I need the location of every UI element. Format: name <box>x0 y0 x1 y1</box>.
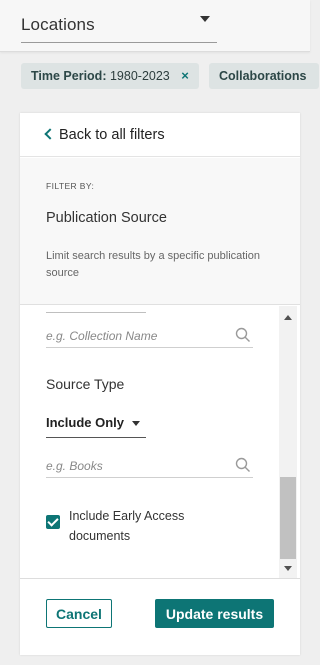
divider <box>46 312 146 313</box>
filter-header: FILTER BY: Publication Source Limit sear… <box>20 158 300 305</box>
panel-footer: Cancel Update results <box>20 578 300 655</box>
top-bar: Locations <box>0 0 310 52</box>
collection-search-input[interactable] <box>46 326 231 346</box>
caret-down-icon <box>200 16 210 22</box>
chevron-left-icon <box>44 128 56 140</box>
search-icon[interactable] <box>235 327 251 343</box>
chip-value: 1980-2023 <box>109 69 170 83</box>
back-to-filters-link[interactable]: Back to all filters <box>20 113 300 157</box>
filter-panel: Back to all filters FILTER BY: Publicati… <box>20 113 300 655</box>
filter-by-label: FILTER BY: <box>46 181 95 191</box>
close-icon[interactable]: × <box>178 69 192 83</box>
source-type-title: Source Type <box>46 376 125 392</box>
back-label: Back to all filters <box>59 127 165 143</box>
filter-chip-time-period[interactable]: Time Period: 1980-2023 × <box>21 63 199 89</box>
caret-down-icon <box>132 421 140 426</box>
early-access-label[interactable]: Include Early Access documents <box>69 506 219 546</box>
filter-options-scroll-area[interactable]: Source Type Include Only Include Early A… <box>20 306 300 578</box>
locations-dropdown[interactable]: Locations <box>21 8 217 43</box>
collection-search-field[interactable] <box>46 326 253 348</box>
scrollbar[interactable] <box>279 306 297 578</box>
locations-label: Locations <box>21 15 95 34</box>
scroll-down-arrow-icon[interactable] <box>284 566 292 571</box>
search-icon[interactable] <box>235 457 251 473</box>
early-access-checkbox[interactable] <box>46 515 60 529</box>
chip-label: Collaborations <box>219 69 307 83</box>
update-results-button[interactable]: Update results <box>155 599 274 628</box>
include-only-dropdown[interactable]: Include Only <box>46 412 146 438</box>
books-search-field[interactable] <box>46 456 253 478</box>
books-search-input[interactable] <box>46 456 231 476</box>
chip-label: Time Period: <box>31 69 107 83</box>
scroll-up-arrow-icon[interactable] <box>284 315 292 320</box>
filter-title: Publication Source <box>46 210 167 226</box>
scrollbar-thumb[interactable] <box>280 477 296 559</box>
filter-description: Limit search results by a specific publi… <box>46 250 260 279</box>
cancel-button[interactable]: Cancel <box>46 599 112 628</box>
filter-chip-collaborations[interactable]: Collaborations <box>209 63 319 89</box>
include-only-label: Include Only <box>46 415 125 430</box>
